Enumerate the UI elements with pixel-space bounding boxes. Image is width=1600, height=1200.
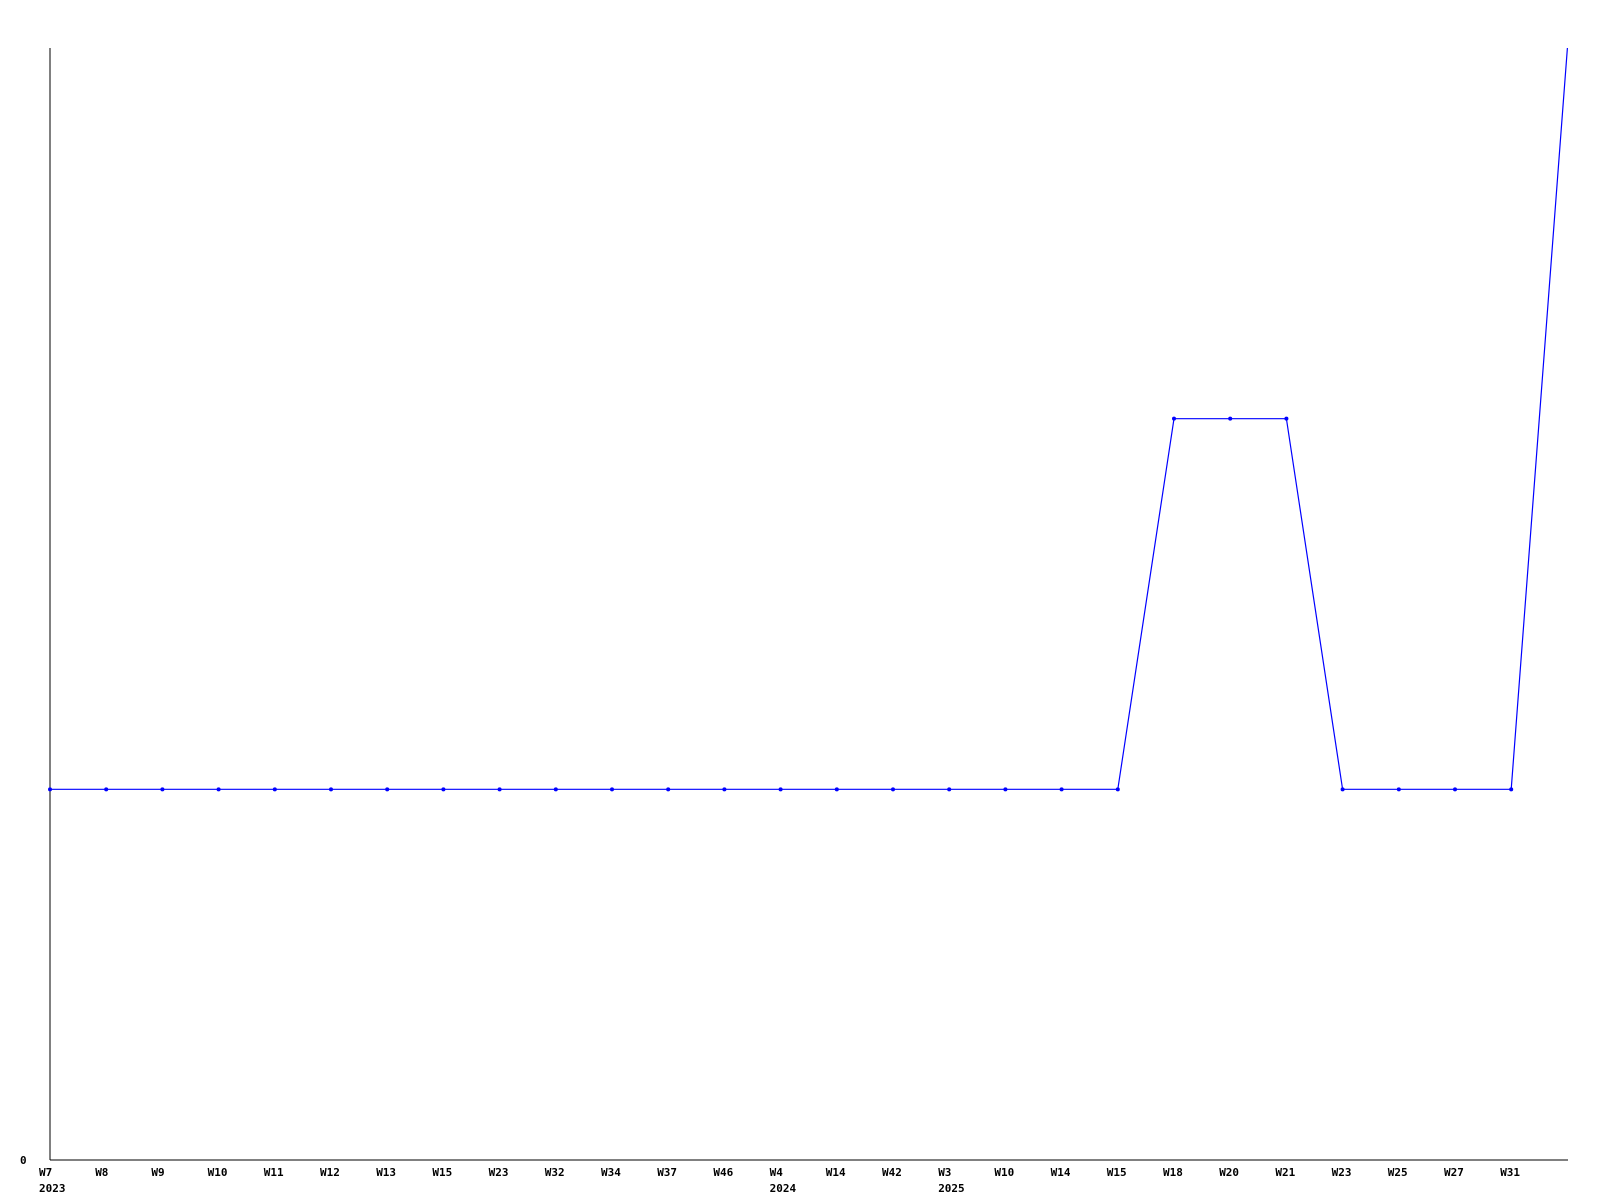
x-tick-label: W37: [657, 1166, 677, 1179]
x-tick-label: W14: [826, 1166, 846, 1179]
data-point: [947, 787, 952, 792]
x-tick-label: W21: [1275, 1166, 1295, 1179]
data-point: [891, 787, 895, 792]
x-tick-label: W31: [1500, 1166, 1520, 1179]
x-tick-label: W3: [938, 1166, 951, 1179]
data-point: [778, 787, 783, 792]
data-point: [666, 787, 671, 792]
data-point: [834, 787, 839, 792]
data-point: [1509, 787, 1514, 792]
x-tick-label: W8: [95, 1166, 108, 1179]
x-tick-label: W12: [320, 1166, 340, 1179]
data-point: [1172, 416, 1176, 421]
series-layer: [48, 47, 1568, 792]
x-year-label: 2023: [39, 1182, 66, 1195]
x-year-labels: 2023 2024 2025: [39, 1182, 965, 1195]
x-tick-label: W4: [770, 1166, 784, 1179]
axes: [49, 48, 1568, 1161]
data-point: [1396, 787, 1401, 792]
x-year-label: 2024: [770, 1182, 797, 1195]
data-point: [553, 787, 558, 792]
data-point: [441, 787, 446, 792]
data-point: [1059, 787, 1064, 792]
y-tick-label: 0: [20, 1154, 27, 1167]
x-year-label: 2025: [938, 1182, 965, 1195]
x-tick-label: W34: [601, 1166, 621, 1179]
x-tick-label: W20: [1219, 1166, 1239, 1179]
data-point: [104, 787, 109, 792]
y-tick-labels: 0: [20, 1154, 27, 1167]
data-point: [160, 787, 165, 792]
data-point: [329, 787, 333, 792]
x-tick-label: W42: [882, 1166, 902, 1179]
data-point: [497, 787, 502, 792]
data-point: [1284, 416, 1289, 421]
x-tick-label: W9: [151, 1166, 164, 1179]
data-point: [610, 787, 614, 792]
x-tick-label: W23: [489, 1166, 509, 1179]
data-point: [1003, 787, 1008, 792]
data-point: [1115, 787, 1120, 792]
data-point: [216, 787, 221, 792]
data-point: [1228, 416, 1233, 421]
x-tick-label: W27: [1444, 1166, 1464, 1179]
data-point: [272, 787, 277, 792]
data-point: [1453, 787, 1457, 792]
x-tick-label: W46: [713, 1166, 733, 1179]
x-tick-label: W18: [1163, 1166, 1183, 1179]
data-point: [1340, 787, 1345, 792]
x-tick-labels: W7 W8 W9 W10 W11 W12 W13 W15 W23 W32 W34 W37 W46 W4 W1…: [39, 1166, 1520, 1179]
x-tick-label: W10: [208, 1166, 228, 1179]
data-point: [722, 787, 727, 792]
line-chart: 0 W7 W8 W9 W10 W11 W12 W13 W15 W23 W32 W34 W37 W46 W4…: [20, 47, 1568, 1195]
x-tick-label: W15: [432, 1166, 452, 1179]
x-tick-label: W13: [376, 1166, 396, 1179]
series-line: [50, 47, 1568, 790]
x-tick-label: W10: [994, 1166, 1014, 1179]
x-tick-label: W7: [39, 1166, 52, 1179]
data-point: [385, 787, 390, 792]
x-tick-label: W23: [1332, 1166, 1352, 1179]
x-tick-label: W32: [545, 1166, 565, 1179]
x-tick-label: W25: [1388, 1166, 1408, 1179]
x-tick-label: W15: [1107, 1166, 1127, 1179]
x-tick-label: W11: [264, 1166, 284, 1179]
data-point: [48, 787, 52, 792]
x-tick-label: W14: [1051, 1166, 1071, 1179]
